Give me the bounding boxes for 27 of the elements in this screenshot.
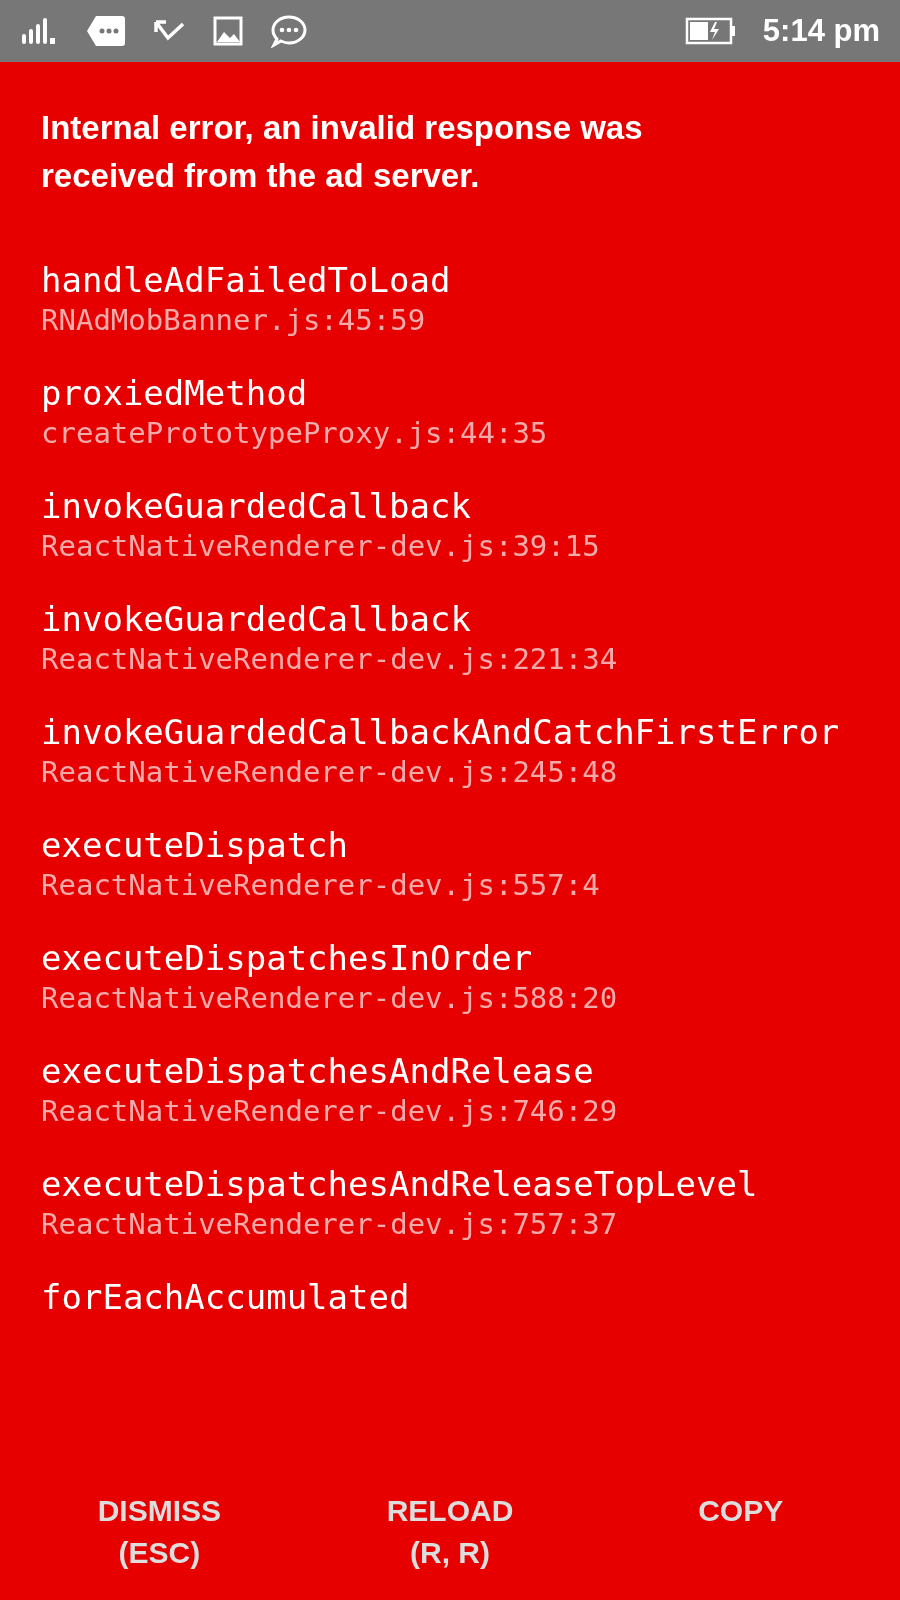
stack-method: handleAdFailedToLoad [41,259,451,302]
stack-method: invokeGuardedCallback [41,598,471,641]
stack-method: executeDispatchesInOrder [41,937,533,980]
stack-method: invokeGuardedCallbackAndCatchFirstError [41,711,840,754]
stack-location: ReactNativeRenderer-dev.js:557:4 [41,867,600,903]
image-icon [212,14,244,48]
error-message: Internal error, an invalid response was received from the ad server. [41,108,644,196]
stack-location: ReactNativeRenderer-dev.js:746:29 [41,1093,618,1129]
stack-location: ReactNativeRenderer-dev.js:757:37 [41,1206,618,1242]
stack-location: ReactNativeRenderer-dev.js:39:15 [41,528,600,564]
stack-method: executeDispatchesAndRelease [41,1050,594,1093]
status-time: 5:14 pm [762,13,880,49]
message-icon [86,14,126,48]
stack-location: ReactNativeRenderer-dev.js:588:20 [41,980,618,1016]
stack-location: ReactNativeRenderer-dev.js:221:34 [41,641,618,677]
stack-method: forEachAccumulated [41,1276,410,1319]
stack-location: ReactNativeRenderer-dev.js:245:48 [41,754,618,790]
stack-method: invokeGuardedCallback [41,485,471,528]
stack-method: executeDispatch [41,824,349,867]
stack-method: executeDispatchesAndReleaseTopLevel [41,1163,758,1206]
action-button[interactable]: DISMISS (ESC) [97,1490,221,1574]
action-button[interactable]: COPY [698,1490,784,1532]
stack-location: createPrototypeProxy.js:44:35 [41,415,548,451]
stack-location: RNAdMobBanner.js:45:59 [41,302,426,338]
action-button[interactable]: RELOAD (R, R) [386,1490,514,1574]
chat-icon [270,14,308,48]
stack-method: proxiedMethod [41,372,308,415]
